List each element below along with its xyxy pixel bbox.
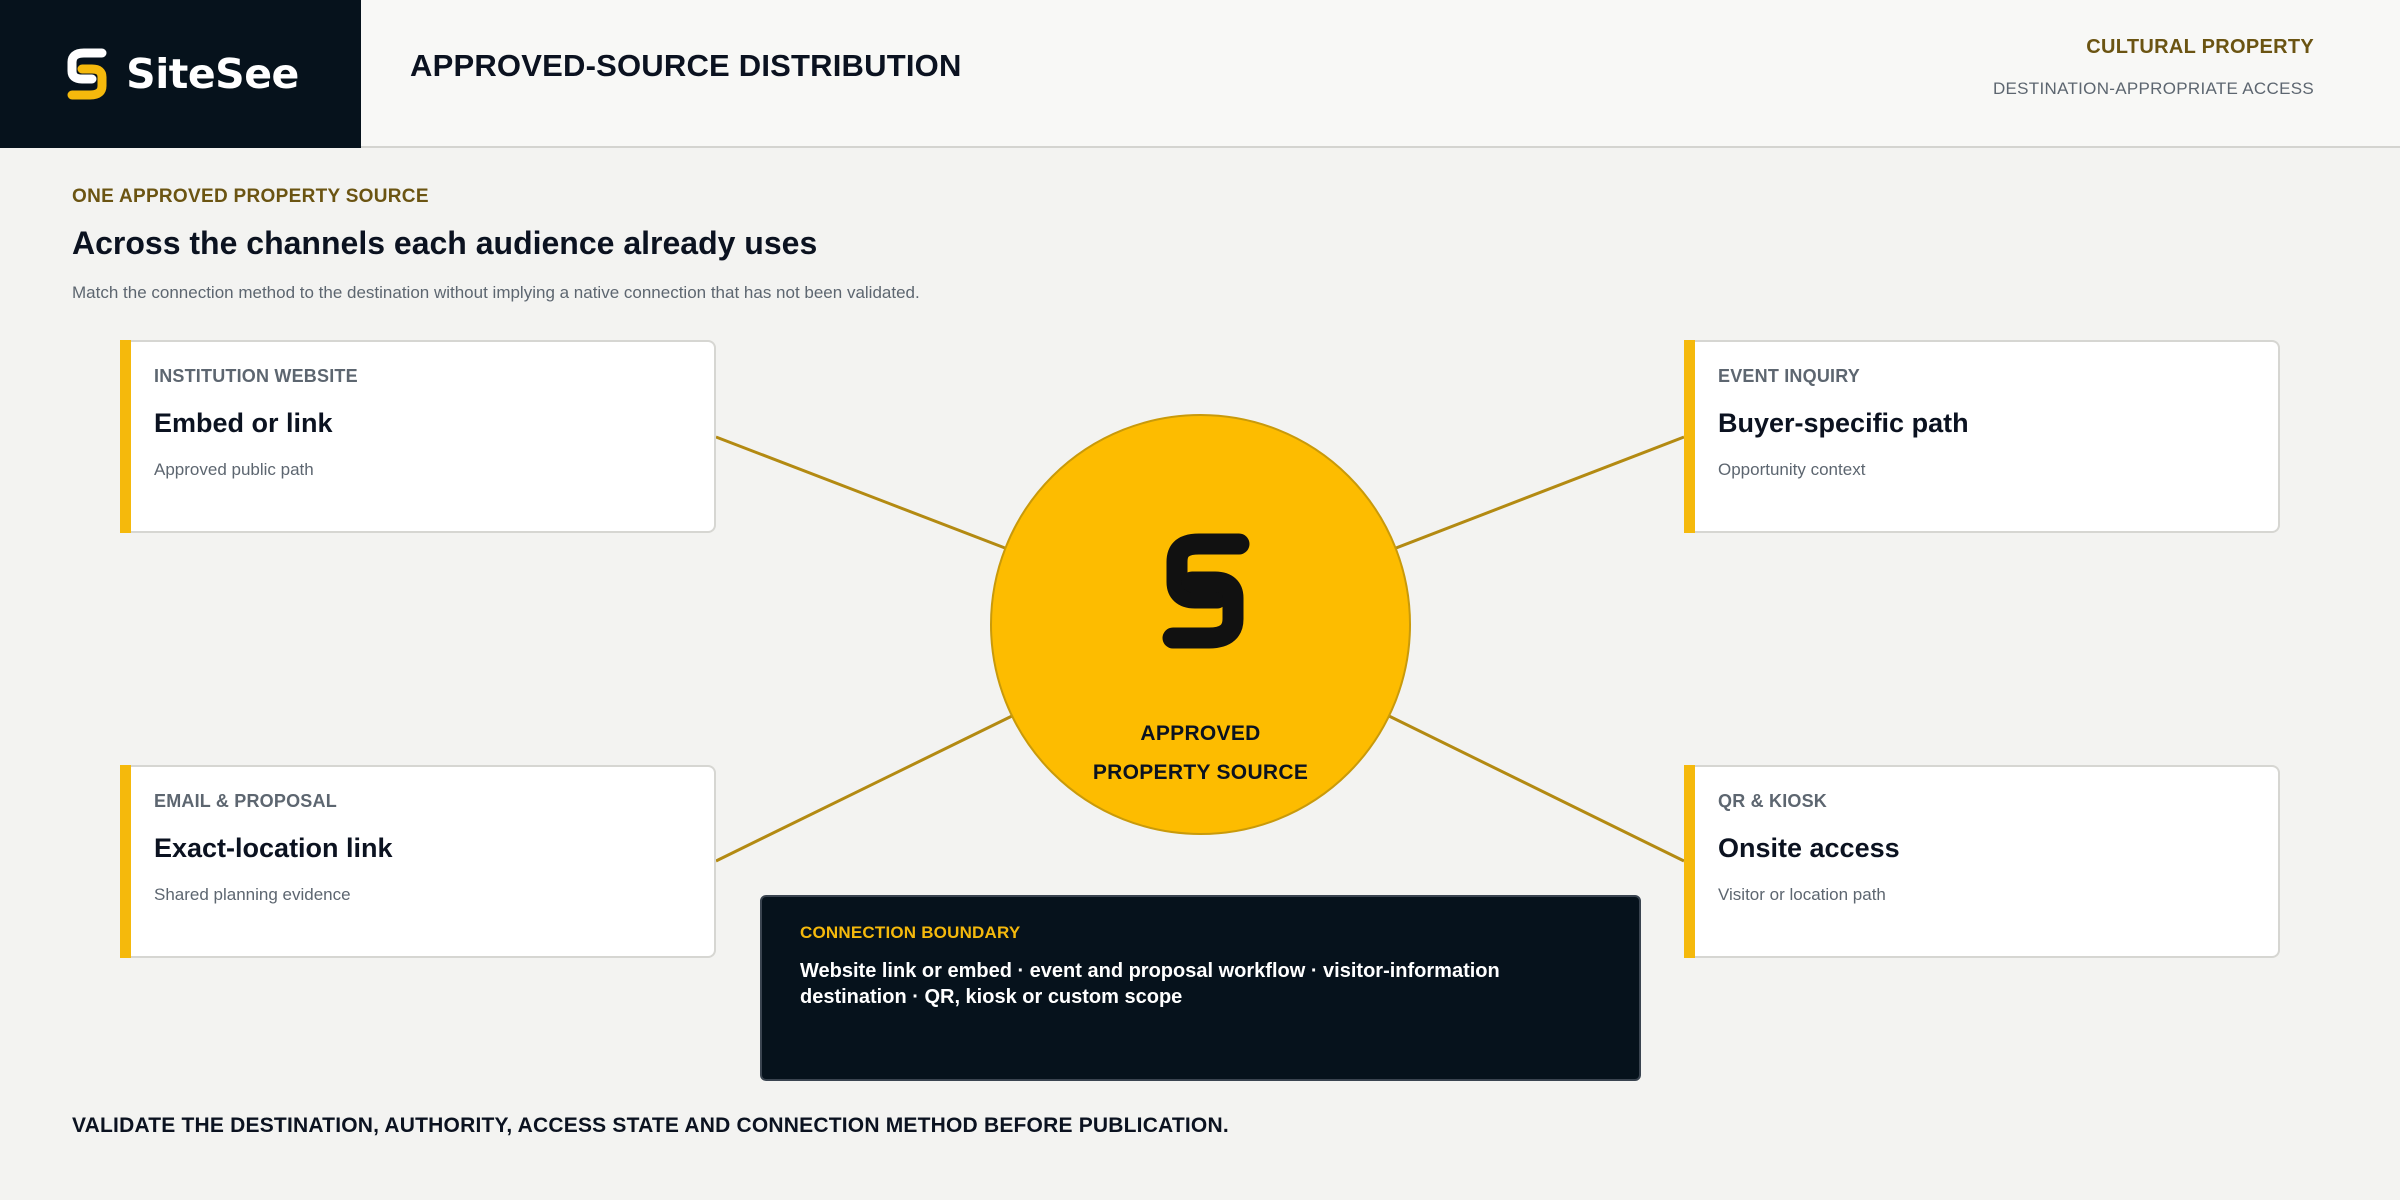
channel-note: Approved public path: [154, 460, 314, 479]
footer-note: VALIDATE THE DESTINATION, AUTHORITY, ACC…: [72, 1114, 1229, 1137]
connector-bottom-left: [715, 714, 1013, 863]
boundary-body: Website link or embed · event and propos…: [800, 960, 1500, 1008]
connector-top-left: [715, 435, 1006, 550]
channel-kicker: INSTITUTION WEBSITE: [154, 366, 358, 386]
channel-note: Visitor or location path: [1718, 885, 1886, 904]
channel-kicker: EVENT INQUIRY: [1718, 366, 1860, 386]
channel-card-email-proposal[interactable]: EMAIL & PROPOSAL Exact-location link Sha…: [120, 765, 716, 958]
boundary-kicker: CONNECTION BOUNDARY: [800, 923, 1021, 942]
channel-title: Buyer-specific path: [1718, 408, 1969, 438]
channel-card-event-inquiry[interactable]: EVENT INQUIRY Buyer-specific path Opport…: [1684, 340, 2280, 533]
channel-title: Embed or link: [154, 408, 333, 438]
channel-note: Shared planning evidence: [154, 885, 351, 904]
connector-top-right: [1395, 435, 1685, 550]
connector-bottom-right: [1388, 714, 1685, 863]
channel-kicker: EMAIL & PROPOSAL: [154, 791, 337, 811]
hub-label-line1: APPROVED: [1140, 722, 1261, 745]
channel-card-institution-website[interactable]: INSTITUTION WEBSITE Embed or link Approv…: [120, 340, 716, 533]
approved-source-hub: APPROVED PROPERTY SOURCE: [990, 414, 1411, 835]
connection-boundary-panel: CONNECTION BOUNDARY Website link or embe…: [760, 895, 1641, 1081]
sitesee-logo-icon: [1162, 533, 1250, 649]
channel-note: Opportunity context: [1718, 460, 1866, 479]
channel-title: Exact-location link: [154, 833, 393, 863]
channel-title: Onsite access: [1718, 833, 1900, 863]
channel-card-qr-kiosk[interactable]: QR & KIOSK Onsite access Visitor or loca…: [1684, 765, 2280, 958]
channel-kicker: QR & KIOSK: [1718, 791, 1828, 811]
hub-label-line2: PROPERTY SOURCE: [1092, 761, 1309, 784]
